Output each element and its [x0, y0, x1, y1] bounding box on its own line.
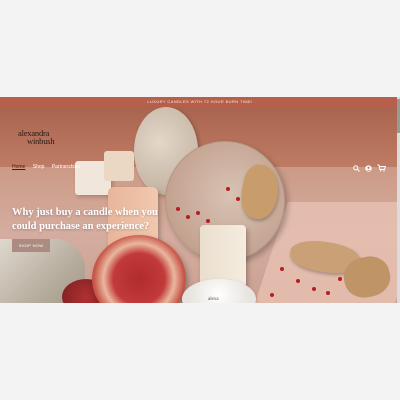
- nav-item-shop[interactable]: Shop: [33, 164, 45, 170]
- pomegranate-seed: [186, 215, 190, 219]
- account-icon[interactable]: [365, 164, 372, 172]
- shop-now-button[interactable]: SHOP NOW: [12, 239, 50, 252]
- nav-item-home[interactable]: Home: [12, 164, 25, 170]
- website-viewport: LUXURY CANDLES WITH 72 HOUR BURN TIME! a…: [0, 97, 400, 303]
- pomegranate-seed: [280, 267, 284, 271]
- header-icons: [353, 164, 386, 172]
- search-icon[interactable]: [353, 164, 360, 172]
- pomegranate-seed: [312, 287, 316, 291]
- pomegranate-seed: [206, 219, 210, 223]
- pomegranate-seed: [326, 291, 330, 295]
- hero-headline: Why just buy a candle when you could pur…: [12, 207, 158, 232]
- pomegranate-seed: [236, 197, 240, 201]
- cart-icon[interactable]: [377, 164, 386, 172]
- pomegranate-seed: [338, 277, 342, 281]
- pomegranate-seed: [226, 187, 230, 191]
- announcement-bar: LUXURY CANDLES WITH 72 HOUR BURN TIME!: [0, 97, 400, 107]
- pomegranate-seed: [196, 211, 200, 215]
- brand-logo[interactable]: alexandra winbush: [18, 129, 78, 146]
- hero-candle-holder-cream: [200, 225, 246, 287]
- pomegranate-seed: [176, 207, 180, 211]
- nav-item-partnerships[interactable]: Partnerships: [52, 164, 80, 170]
- site-header: alexandra winbush Home Shop Partnerships: [0, 107, 400, 177]
- pomegranate-seed: [270, 293, 274, 297]
- main-nav: Home Shop Partnerships: [12, 164, 86, 170]
- candle-jar-label: alexa: [208, 297, 219, 302]
- logo-line-2: winbush: [27, 135, 55, 146]
- pomegranate-seed: [296, 279, 300, 283]
